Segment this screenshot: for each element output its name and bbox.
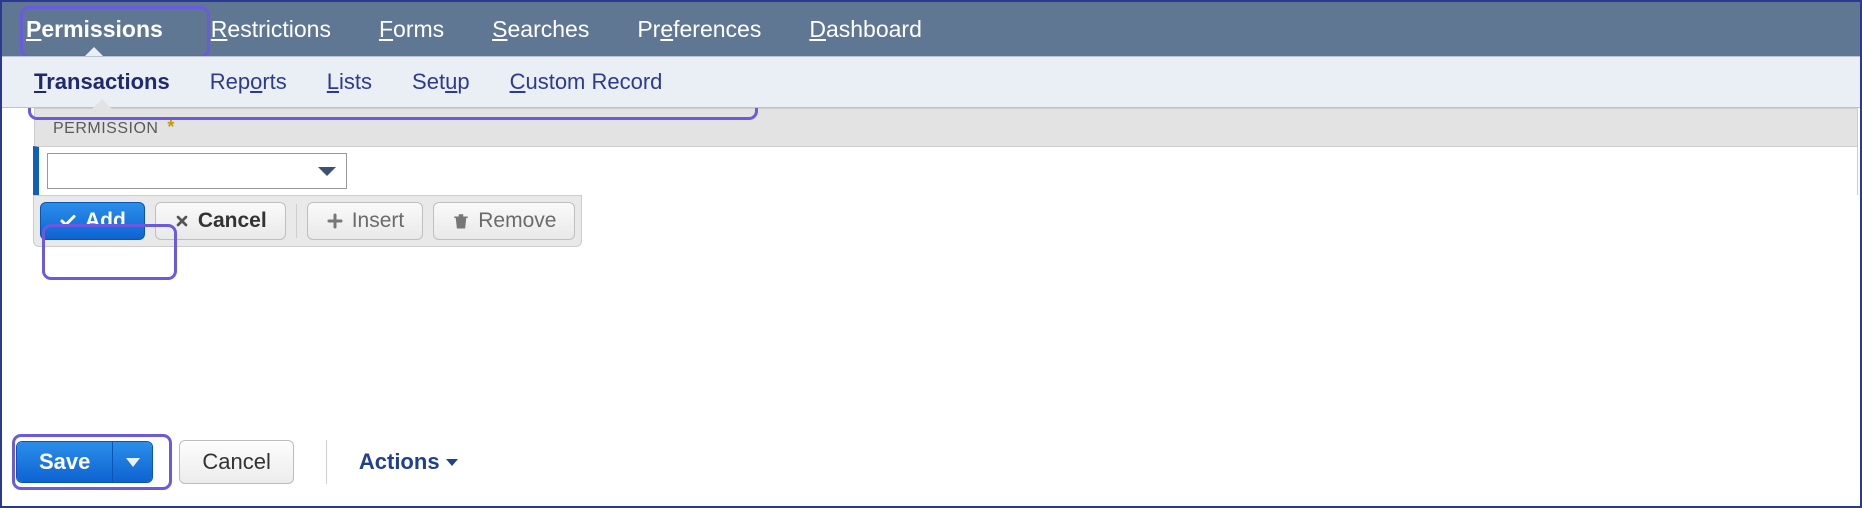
- tab-dashboard-accel: D: [809, 16, 826, 42]
- tab-searches[interactable]: Searches: [492, 16, 589, 43]
- save-split-button: Save: [16, 441, 153, 483]
- cancel-button[interactable]: Cancel: [179, 440, 293, 484]
- tab-restrictions-accel: R: [211, 16, 228, 42]
- x-icon: [174, 213, 190, 229]
- tab-preferences[interactable]: Preferences: [637, 16, 761, 43]
- subtab-lists-accel: L: [327, 69, 339, 94]
- chevron-down-icon: [446, 459, 458, 466]
- check-icon: [59, 212, 77, 230]
- row-cancel-button[interactable]: Cancel: [155, 202, 286, 240]
- trash-icon: [452, 212, 470, 230]
- save-label: Save: [39, 449, 90, 475]
- subtab-reports-accel: o: [250, 69, 262, 94]
- insert-button[interactable]: Insert: [307, 202, 424, 240]
- tab-forms[interactable]: Forms: [379, 16, 444, 43]
- subtab-setup[interactable]: Setup: [412, 69, 470, 95]
- required-asterisk: *: [167, 117, 175, 137]
- tab-restrictions[interactable]: Restrictions: [211, 16, 331, 43]
- actions-menu[interactable]: Actions: [359, 449, 458, 475]
- subtab-transactions[interactable]: Transactions: [34, 69, 170, 95]
- remove-button[interactable]: Remove: [433, 202, 575, 240]
- permission-row: [33, 146, 1858, 195]
- sub-tab-bar: Transactions Reports Lists Setup Custom …: [2, 56, 1860, 108]
- insert-label: Insert: [352, 209, 405, 233]
- main-tab-bar: Permissions Restrictions Forms Searches …: [2, 2, 1860, 56]
- tab-permissions-accel: P: [26, 16, 41, 42]
- save-dropdown[interactable]: [112, 442, 152, 482]
- row-separator: [296, 204, 297, 238]
- add-button[interactable]: Add: [40, 202, 145, 240]
- cancel-label: Cancel: [202, 449, 270, 474]
- subtab-transactions-accel: T: [34, 69, 46, 94]
- add-label: Add: [85, 209, 126, 233]
- row-action-bar: Add Cancel Insert Remove: [33, 195, 582, 247]
- tab-dashboard[interactable]: Dashboard: [809, 16, 922, 43]
- permission-header-label: PERMISSION: [53, 120, 158, 137]
- permission-select[interactable]: [47, 153, 347, 189]
- tab-preferences-accel: e: [660, 16, 673, 42]
- dropdown-caret-icon: [318, 167, 336, 176]
- tab-searches-accel: S: [492, 16, 507, 42]
- tab-permissions[interactable]: Permissions: [26, 16, 163, 43]
- actions-label: Actions: [359, 449, 440, 475]
- save-button[interactable]: Save: [17, 442, 112, 482]
- tab-forms-accel: F: [379, 16, 393, 42]
- subtab-setup-accel: u: [445, 69, 457, 94]
- subtab-lists[interactable]: Lists: [327, 69, 372, 95]
- plus-icon: [326, 212, 344, 230]
- footer-separator: [326, 440, 327, 484]
- subtab-reports[interactable]: Reports: [210, 69, 287, 95]
- permission-sublist: PERMISSION * Add Cancel Insert: [34, 108, 1858, 247]
- triangle-down-icon: [126, 458, 140, 467]
- row-cancel-label: Cancel: [198, 209, 267, 233]
- permission-column-header: PERMISSION *: [34, 108, 1858, 146]
- footer-actions: Save Cancel Actions: [16, 440, 458, 484]
- subtab-custom-record-accel: C: [510, 69, 526, 94]
- remove-label: Remove: [478, 209, 556, 233]
- subtab-custom-record[interactable]: Custom Record: [510, 69, 663, 95]
